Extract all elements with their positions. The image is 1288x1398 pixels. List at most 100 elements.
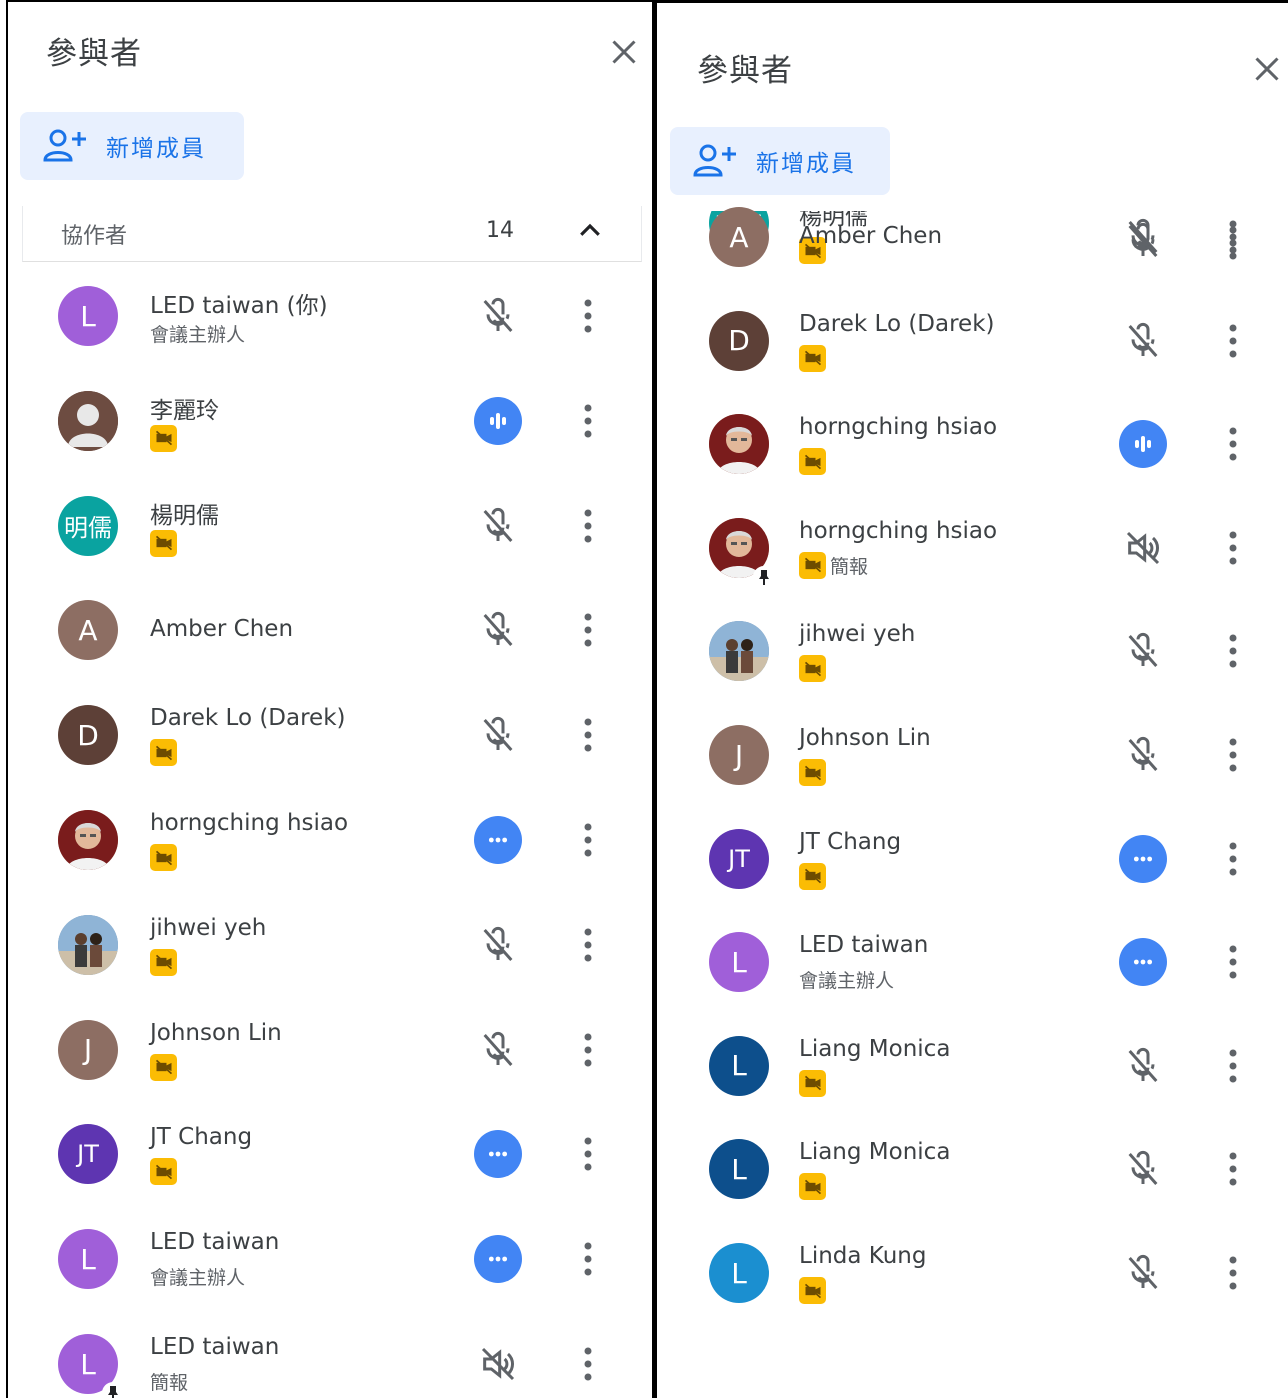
mic-off-icon [1119, 1042, 1167, 1090]
avatar: 明儒 [58, 495, 118, 556]
close-icon[interactable] [606, 34, 642, 70]
participant-row[interactable]: horngching hsiao [8, 788, 652, 892]
participant-row[interactable]: L Linda Kung [657, 1221, 1288, 1325]
avatar-initials: JT [77, 1140, 99, 1169]
more-options-icon[interactable] [581, 296, 595, 336]
more-options-icon[interactable] [1226, 631, 1240, 671]
participant-sub: 簡報 [150, 1368, 188, 1395]
camera-off-icon [150, 529, 177, 557]
collaborators-section-header[interactable]: 協作者 14 [22, 206, 642, 262]
more-options-icon[interactable] [1226, 321, 1240, 361]
close-icon[interactable] [1249, 51, 1285, 87]
participant-row[interactable]: D Darek Lo (Darek) [657, 289, 1288, 393]
add-person-icon [43, 129, 86, 162]
participant-row[interactable]: L Liang Monica [657, 1117, 1288, 1221]
mic-off-icon [474, 292, 522, 340]
avatar: A [709, 207, 769, 267]
avatar-initials: L [80, 1242, 96, 1276]
participant-row[interactable]: jihwei yeh [8, 893, 652, 997]
section-count: 14 [486, 218, 514, 243]
more-options-icon[interactable] [1226, 1149, 1240, 1189]
participant-row[interactable]: JT JT Chang [8, 1102, 652, 1206]
more-options-icon[interactable] [1226, 735, 1240, 775]
participant-role: 簡報 [830, 555, 869, 578]
camera-off-icon [799, 551, 826, 579]
participant-sub [799, 1277, 826, 1304]
participant-row[interactable]: J Johnson Lin [8, 998, 652, 1102]
participant-row[interactable]: jihwei yeh [657, 599, 1288, 703]
participant-name: 李麗玲 [150, 397, 219, 424]
avatar: L [709, 1243, 769, 1303]
more-options-icon[interactable] [1226, 217, 1240, 257]
more-options-icon[interactable] [1226, 528, 1240, 568]
participant-sub [150, 1053, 177, 1081]
more-options-icon[interactable] [1226, 1046, 1240, 1086]
participant-row[interactable]: L LED taiwan 會議主辦人 [657, 910, 1288, 1014]
participant-sub [799, 344, 826, 372]
participant-row[interactable]: A Amber Chen [657, 185, 1288, 289]
more-dots-icon [474, 1130, 522, 1179]
participant-row[interactable]: 明儒 楊明儒 [8, 474, 652, 578]
more-options-icon[interactable] [1226, 424, 1240, 464]
camera-off-icon [150, 844, 177, 871]
participant-sub: 會議主辦人 [150, 320, 245, 347]
avatar-initials: L [731, 1152, 747, 1186]
mic-off-icon [1119, 731, 1167, 779]
participant-row[interactable]: J Johnson Lin [657, 703, 1288, 807]
add-member-button[interactable]: 新增成員 [20, 112, 244, 180]
avatar: L [709, 1035, 769, 1096]
more-options-icon[interactable] [581, 1030, 595, 1070]
mic-off-icon [474, 921, 522, 969]
camera-off-icon [799, 1173, 826, 1201]
participant-row[interactable]: L LED taiwan 會議主辦人 [8, 1207, 652, 1311]
mic-off-icon [1119, 627, 1167, 675]
more-options-icon[interactable] [581, 506, 595, 546]
avatar: J [709, 725, 769, 785]
more-options-icon[interactable] [581, 610, 595, 650]
participants-panel-left: 參與者 新增成員 協作者 14 L LED taiwan (你) 會議主辦人 李麗玲明… [6, 0, 654, 1398]
participant-row[interactable]: A Amber Chen [8, 578, 652, 682]
participant-sub: 簡報 [799, 551, 869, 579]
more-options-icon[interactable] [1226, 942, 1240, 982]
participant-sub [150, 948, 177, 976]
participant-row[interactable]: horngching hsiao [657, 392, 1288, 496]
participant-name: Darek Lo (Darek) [150, 705, 346, 732]
avatar: L [709, 1139, 769, 1200]
more-options-icon[interactable] [581, 1134, 595, 1174]
participant-name: Johnson Lin [150, 1019, 282, 1046]
avatar-initials: L [731, 1049, 747, 1083]
mic-off-icon [1119, 1145, 1167, 1193]
speaking-indicator-icon [474, 396, 522, 445]
more-options-icon[interactable] [1226, 1253, 1240, 1293]
avatar-initials: L [80, 299, 96, 333]
participant-row[interactable]: L LED taiwan 簡報 [8, 1312, 652, 1398]
camera-off-icon [799, 1277, 826, 1304]
add-member-label: 新增成員 [106, 136, 206, 162]
more-options-icon[interactable] [581, 715, 595, 755]
avatar [709, 621, 769, 682]
camera-off-icon [799, 862, 826, 890]
participant-sub: 會議主辦人 [150, 1263, 245, 1290]
participant-row[interactable]: L Liang Monica [657, 1014, 1288, 1118]
participant-name: 楊明儒 [150, 502, 219, 529]
avatar-initials: J [83, 1033, 93, 1067]
chevron-up-icon[interactable] [575, 216, 605, 246]
more-options-icon[interactable] [1226, 839, 1240, 879]
more-options-icon[interactable] [581, 1344, 595, 1384]
more-options-icon[interactable] [581, 925, 595, 965]
more-options-icon[interactable] [581, 820, 595, 860]
more-options-icon[interactable] [581, 401, 595, 441]
more-options-icon[interactable] [581, 1239, 595, 1279]
avatar-initials: L [731, 945, 747, 979]
participant-row[interactable]: horngching hsiao 簡報 [657, 496, 1288, 600]
participant-row[interactable]: 李麗玲 [8, 369, 652, 473]
avatar: L [709, 932, 769, 993]
participant-name: LED taiwan [799, 932, 929, 959]
participant-row[interactable]: JT JT Chang [657, 807, 1288, 911]
participant-name: Johnson Lin [799, 725, 931, 751]
participant-name: jihwei yeh [150, 914, 267, 941]
participant-row[interactable]: L LED taiwan (你) 會議主辦人 [8, 264, 652, 368]
participant-name: horngching hsiao [799, 414, 998, 441]
participant-row[interactable]: D Darek Lo (Darek) [8, 683, 652, 787]
avatar: A [58, 600, 118, 661]
